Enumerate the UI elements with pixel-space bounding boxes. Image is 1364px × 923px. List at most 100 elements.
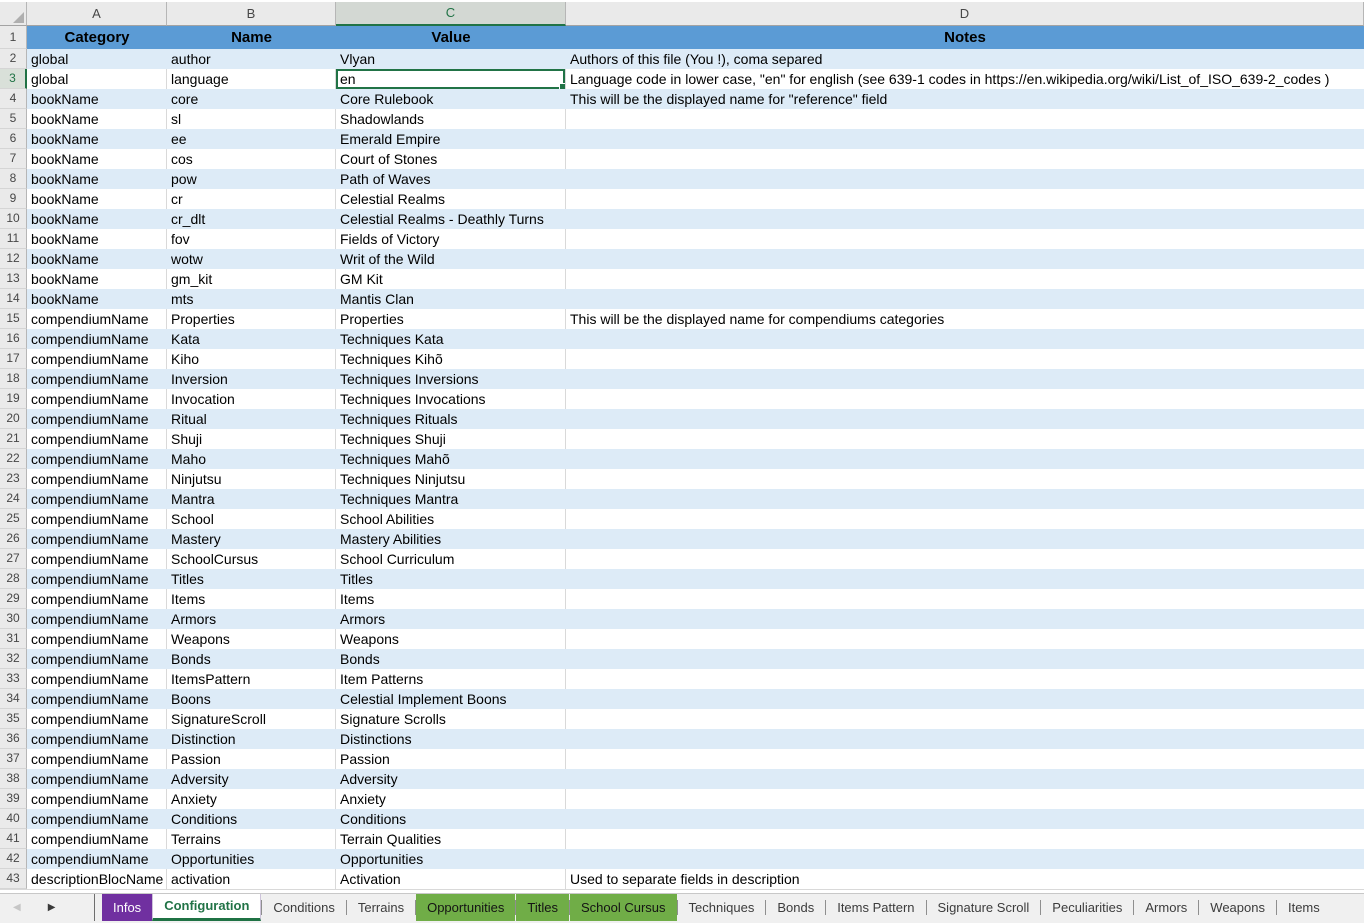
cell-name[interactable]: pow: [167, 169, 336, 189]
row-number[interactable]: 3: [0, 69, 27, 89]
cell-name[interactable]: author: [167, 49, 336, 69]
cell-category[interactable]: compendiumName: [27, 649, 167, 669]
sheet-tab-bonds[interactable]: Bonds: [766, 894, 825, 921]
cell-notes[interactable]: [566, 109, 1364, 129]
cell-category[interactable]: compendiumName: [27, 449, 167, 469]
sheet-tab-techniques[interactable]: Techniques: [678, 894, 766, 921]
cell-value[interactable]: Celestial Realms - Deathly Turns: [336, 209, 566, 229]
cell-name[interactable]: Mantra: [167, 489, 336, 509]
sheet-tab-signature-scroll[interactable]: Signature Scroll: [927, 894, 1041, 921]
row-number[interactable]: 1: [0, 26, 27, 49]
sheet-tab-items[interactable]: Items: [1277, 894, 1331, 921]
cell-name[interactable]: Bonds: [167, 649, 336, 669]
cell-category[interactable]: bookName: [27, 269, 167, 289]
cell-notes[interactable]: [566, 209, 1364, 229]
cell-notes[interactable]: [566, 129, 1364, 149]
header-cell-category[interactable]: Category: [27, 26, 167, 49]
cell-value[interactable]: en: [336, 69, 566, 89]
prev-sheet-button[interactable]: ◀: [13, 903, 21, 913]
cell-value[interactable]: Properties: [336, 309, 566, 329]
row-number[interactable]: 11: [0, 229, 27, 249]
row-number[interactable]: 30: [0, 609, 27, 629]
row-number[interactable]: 35: [0, 709, 27, 729]
cell-notes[interactable]: [566, 609, 1364, 629]
cell-value[interactable]: Techniques Kihõ: [336, 349, 566, 369]
row-number[interactable]: 5: [0, 109, 27, 129]
cell-value[interactable]: Conditions: [336, 809, 566, 829]
cell-category[interactable]: compendiumName: [27, 529, 167, 549]
cell-category[interactable]: compendiumName: [27, 669, 167, 689]
sheet-tab-school-cursus[interactable]: School Cursus: [570, 894, 677, 921]
cell-value[interactable]: Court of Stones: [336, 149, 566, 169]
row-number[interactable]: 22: [0, 449, 27, 469]
cell-value[interactable]: Mastery Abilities: [336, 529, 566, 549]
cell-notes[interactable]: [566, 169, 1364, 189]
row-number[interactable]: 36: [0, 729, 27, 749]
header-cell-name[interactable]: Name: [167, 26, 336, 49]
row-number[interactable]: 28: [0, 569, 27, 589]
cell-notes[interactable]: This will be the displayed name for "ref…: [566, 89, 1364, 109]
cell-name[interactable]: School: [167, 509, 336, 529]
cell-category[interactable]: bookName: [27, 249, 167, 269]
cell-name[interactable]: Armors: [167, 609, 336, 629]
cell-category[interactable]: compendiumName: [27, 589, 167, 609]
cell-value[interactable]: Path of Waves: [336, 169, 566, 189]
cell-name[interactable]: Maho: [167, 449, 336, 469]
cell-notes[interactable]: Authors of this file (You !), coma separ…: [566, 49, 1364, 69]
cell-notes[interactable]: [566, 669, 1364, 689]
cell-value[interactable]: Core Rulebook: [336, 89, 566, 109]
row-number[interactable]: 14: [0, 289, 27, 309]
cell-notes[interactable]: [566, 589, 1364, 609]
cell-name[interactable]: Kata: [167, 329, 336, 349]
row-number[interactable]: 32: [0, 649, 27, 669]
cell-category[interactable]: compendiumName: [27, 329, 167, 349]
row-number[interactable]: 10: [0, 209, 27, 229]
cell-value[interactable]: Techniques Inversions: [336, 369, 566, 389]
cell-notes[interactable]: [566, 489, 1364, 509]
cell-name[interactable]: Kiho: [167, 349, 336, 369]
cell-value[interactable]: Techniques Rituals: [336, 409, 566, 429]
cell-name[interactable]: cr: [167, 189, 336, 209]
cell-name[interactable]: cos: [167, 149, 336, 169]
column-header-c[interactable]: C: [336, 2, 566, 26]
cell-value[interactable]: Techniques Mantra: [336, 489, 566, 509]
cell-category[interactable]: compendiumName: [27, 369, 167, 389]
row-number[interactable]: 16: [0, 329, 27, 349]
row-number[interactable]: 27: [0, 549, 27, 569]
row-number[interactable]: 6: [0, 129, 27, 149]
cell-name[interactable]: cr_dlt: [167, 209, 336, 229]
cell-category[interactable]: global: [27, 69, 167, 89]
cell-notes[interactable]: [566, 289, 1364, 309]
cell-name[interactable]: sl: [167, 109, 336, 129]
row-number[interactable]: 21: [0, 429, 27, 449]
cell-value[interactable]: Distinctions: [336, 729, 566, 749]
cell-name[interactable]: activation: [167, 869, 336, 889]
next-sheet-button[interactable]: ▶: [48, 903, 56, 913]
cell-name[interactable]: Passion: [167, 749, 336, 769]
cell-category[interactable]: compendiumName: [27, 489, 167, 509]
sheet-tab-opportunities[interactable]: Opportunities: [416, 894, 515, 921]
cell-category[interactable]: bookName: [27, 189, 167, 209]
cell-category[interactable]: compendiumName: [27, 729, 167, 749]
cell-category[interactable]: bookName: [27, 129, 167, 149]
cell-value[interactable]: Items: [336, 589, 566, 609]
row-number[interactable]: 39: [0, 789, 27, 809]
cell-value[interactable]: Techniques Invocations: [336, 389, 566, 409]
cell-notes[interactable]: [566, 549, 1364, 569]
cell-value[interactable]: Shadowlands: [336, 109, 566, 129]
cell-value[interactable]: Techniques Shuji: [336, 429, 566, 449]
select-all-corner[interactable]: [0, 2, 27, 26]
cell-notes[interactable]: [566, 689, 1364, 709]
cell-category[interactable]: compendiumName: [27, 629, 167, 649]
cell-value[interactable]: Opportunities: [336, 849, 566, 869]
cell-notes[interactable]: [566, 649, 1364, 669]
cell-category[interactable]: compendiumName: [27, 429, 167, 449]
cell-category[interactable]: compendiumName: [27, 569, 167, 589]
row-number[interactable]: 8: [0, 169, 27, 189]
cell-notes[interactable]: [566, 789, 1364, 809]
cell-value[interactable]: Armors: [336, 609, 566, 629]
cell-value[interactable]: Writ of the Wild: [336, 249, 566, 269]
cell-name[interactable]: Items: [167, 589, 336, 609]
cell-category[interactable]: bookName: [27, 229, 167, 249]
cell-notes[interactable]: [566, 509, 1364, 529]
